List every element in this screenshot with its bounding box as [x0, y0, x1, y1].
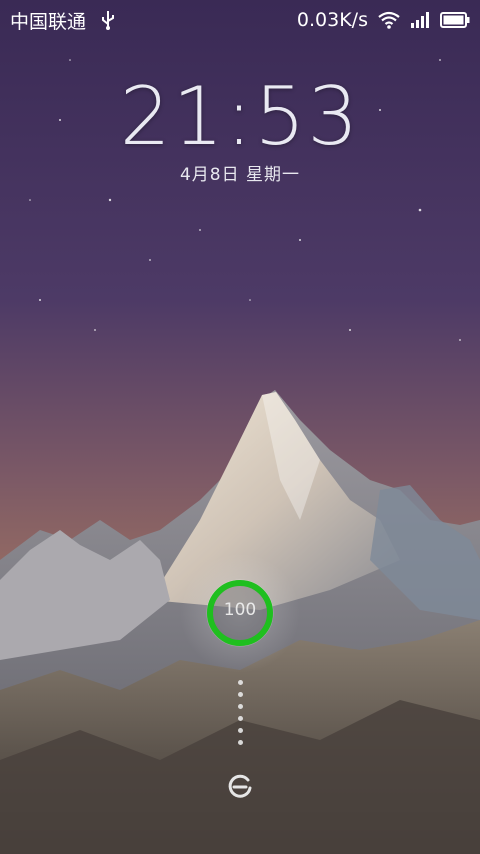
status-bar: 中国联通 0.03K/s — [0, 0, 480, 40]
usb-icon — [102, 11, 115, 30]
carrier-label: 中国联通 — [10, 10, 87, 33]
battery-icon — [440, 12, 470, 28]
lockscreen-clock: 21:53 — [119, 70, 361, 163]
slide-dot — [237, 716, 243, 721]
lockscreen-date: 4月8日 星期一 — [179, 165, 301, 185]
unlock-icon[interactable] — [226, 772, 254, 800]
slide-dot — [237, 692, 243, 697]
signal-icon — [411, 12, 429, 28]
slide-dot — [237, 728, 243, 733]
slide-dot — [237, 680, 243, 685]
slide-dot — [237, 740, 243, 745]
slide-track — [236, 680, 244, 752]
battery-level: 100 — [223, 600, 257, 620]
wifi-icon — [378, 11, 400, 29]
slide-dot — [237, 704, 243, 709]
network-speed: 0.03K/s — [296, 9, 368, 31]
